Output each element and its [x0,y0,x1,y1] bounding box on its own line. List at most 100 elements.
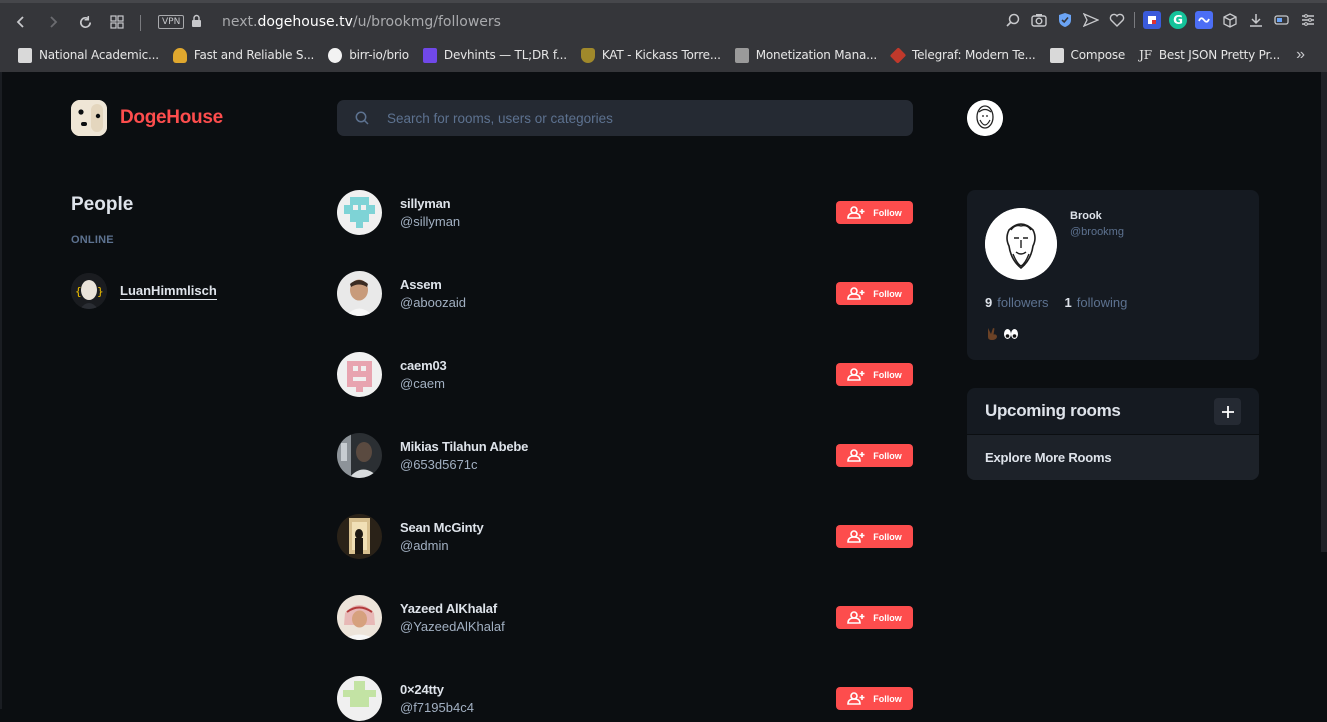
follower-name[interactable]: caem03 [400,358,447,373]
search-input[interactable] [387,100,897,136]
eyes-icon [1004,329,1018,339]
logo[interactable]: DogeHouse [71,100,223,136]
bookmark-item[interactable]: Devhints — TL;DR f... [422,47,567,63]
follower-row[interactable]: sillyman @sillyman Follow [337,190,913,236]
browser-toolbar: VPN next.dogehouse.tv/u/brookmg/follower… [0,3,1327,41]
heart-icon[interactable] [1108,11,1126,29]
follower-row[interactable]: Assem @aboozaid Follow [337,271,913,317]
follow-button[interactable]: Follow [836,606,913,629]
explore-rooms-link[interactable]: Explore More Rooms [985,450,1112,465]
follower-name[interactable]: 0×24tty [400,682,444,697]
download-icon[interactable] [1247,11,1265,29]
bookmark-item[interactable]: Fast and Reliable S... [172,47,314,63]
followers-link[interactable]: 9 followers [985,295,1049,310]
bookmark-item[interactable]: Telegraf: Modern Te... [889,46,1036,64]
online-user-item[interactable]: { } LuanHimmlisch [71,273,217,309]
follower-name[interactable]: Mikias Tilahun Abebe [400,439,528,454]
follow-button[interactable]: Follow [836,525,913,548]
shield-icon[interactable] [1056,11,1074,29]
grammarly-icon[interactable]: G [1169,11,1187,29]
bookmark-label: Compose [1070,48,1126,62]
search-bar[interactable] [337,100,913,136]
bookmark-label: National Academic... [39,48,159,62]
printer-icon [734,47,749,63]
follow-button[interactable]: Follow [836,444,913,467]
following-link[interactable]: 1 following [1065,295,1128,310]
followers-count: 9 [985,295,993,310]
follower-name[interactable]: Assem [400,277,442,292]
follower-avatar[interactable] [337,676,382,721]
explore-rooms-row[interactable]: Explore More Rooms [967,435,1259,480]
follow-button[interactable]: Follow [836,687,913,710]
follower-avatar[interactable] [337,271,382,316]
bookmark-item[interactable]: Compose [1049,47,1126,63]
reload-icon[interactable] [74,11,96,33]
follow-label: Follow [873,207,902,218]
follower-avatar[interactable] [337,433,382,478]
online-user-name[interactable]: LuanHimmlisch [120,283,217,300]
toolbar-divider-2 [1134,12,1135,28]
follower-handle: @YazeedAlKhalaf [400,619,505,634]
bookmark-item[interactable]: KAT - Kickass Torre... [580,47,721,63]
address-bar[interactable]: next.dogehouse.tv/u/brookmg/followers [222,14,501,30]
bookmark-item[interactable]: JF Best JSON Pretty Pr... [1139,48,1280,62]
follower-avatar[interactable] [337,595,382,640]
scrollbar[interactable] [1321,72,1327,552]
follower-name[interactable]: Yazeed AlKhalaf [400,601,497,616]
bookmark-item[interactable]: birr-io/brio [328,47,409,63]
svg-text:{: { [75,285,82,298]
profile-name: Brook [1070,210,1102,222]
follower-name[interactable]: Sean McGinty [400,520,484,535]
follower-row[interactable]: caem03 @caem Follow [337,352,913,398]
zeus-avatar-icon [967,100,1003,136]
follower-row[interactable]: Mikias Tilahun Abebe @653d5671c Follow [337,433,913,479]
window-edge [0,72,2,709]
follower-row[interactable]: Sean McGinty @admin Follow [337,514,913,560]
follower-row[interactable]: 0×24tty @f7195b4c4 Follow [337,676,913,722]
bookmark-item[interactable]: Monetization Mana... [734,47,877,63]
url-path: /u/brookmg/followers [352,14,501,30]
extension-wave-icon[interactable] [1195,11,1213,29]
plus-icon [1221,405,1234,418]
user-avatar-button[interactable] [967,100,1003,136]
file-icon [18,47,32,63]
lock-icon[interactable] [191,14,202,28]
tabs-grid-icon[interactable] [106,11,128,33]
menu-icon[interactable] [1299,11,1317,29]
follow-button[interactable]: Follow [836,201,913,224]
extension-ublock-icon[interactable] [1143,11,1161,29]
follower-row[interactable]: Yazeed AlKhalaf @YazeedAlKhalaf Follow [337,595,913,641]
profile-avatar[interactable] [985,208,1057,280]
follower-name[interactable]: sillyman [400,196,451,211]
file-icon [1049,47,1064,63]
follow-label: Follow [873,369,902,380]
cube-icon[interactable] [1221,11,1239,29]
follower-avatar[interactable] [337,514,382,559]
follow-button[interactable]: Follow [836,282,913,305]
kat-icon [580,47,595,63]
camera-icon[interactable] [1030,11,1048,29]
follower-avatar[interactable] [337,352,382,397]
send-icon[interactable] [1082,11,1100,29]
follower-avatar[interactable] [337,190,382,235]
chevron-double-right-icon[interactable]: » [1296,46,1305,64]
add-room-button[interactable] [1214,398,1241,425]
follow-button[interactable]: Follow [836,363,913,386]
follower-handle: @admin [400,538,449,553]
bookmark-item[interactable]: National Academic... [18,47,159,63]
follower-handle: @653d5671c [400,457,478,472]
follow-label: Follow [873,612,902,623]
vpn-badge[interactable]: VPN [158,15,185,29]
forward-icon[interactable] [42,11,64,33]
add-user-icon [847,368,865,381]
back-icon[interactable] [10,11,32,33]
extension-icons: G [1004,11,1317,29]
follower-handle: @caem [400,376,445,391]
zoom-search-icon[interactable] [1004,11,1022,29]
battery-icon[interactable] [1273,11,1291,29]
bookmark-label: Best JSON Pretty Pr... [1158,48,1280,62]
follow-label: Follow [873,288,902,299]
logo-text: DogeHouse [120,107,223,128]
bookmark-label: Devhints — TL;DR f... [443,48,567,62]
search-icon [355,111,369,125]
